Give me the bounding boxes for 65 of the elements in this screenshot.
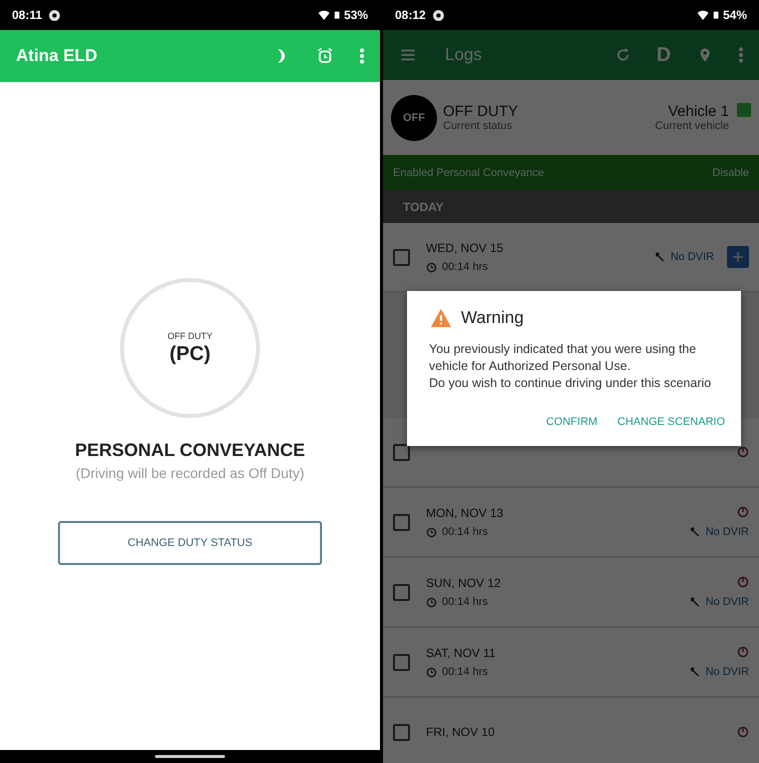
warning-triangle-icon	[429, 307, 453, 329]
change-duty-status-button[interactable]: CHANGE DUTY STATUS	[58, 521, 322, 565]
pc-status-text: Enabled Personal Conveyance	[393, 166, 544, 178]
clock-icon	[426, 526, 437, 538]
dvir-status: No DVIR	[670, 251, 714, 263]
dvir-status: No DVIR	[706, 526, 749, 538]
status-badge: OFF	[391, 94, 437, 140]
dvir-status: No DVIR	[706, 666, 749, 678]
status-label: OFF DUTY	[168, 330, 212, 340]
log-row[interactable]: FRI, NOV 10	[383, 698, 759, 763]
section-title: TODAY	[403, 200, 444, 214]
clock-icon	[426, 262, 437, 272]
battery-level: 53%	[344, 8, 368, 22]
more-menu-icon	[360, 48, 364, 64]
app-title: Atina ELD	[16, 46, 98, 66]
log-date: FRI, NOV 10	[426, 725, 496, 739]
log-hours: 00:14 hrs	[442, 596, 488, 608]
more-menu-icon	[739, 47, 743, 63]
battery-icon	[712, 9, 720, 21]
dialog-title: Warning	[461, 308, 524, 328]
log-date: MON, NOV 13	[426, 506, 504, 520]
log-row[interactable]: MON, NOV 13 00:14 hrs No DVIR	[383, 488, 759, 558]
checkbox[interactable]	[393, 724, 410, 740]
log-date: SAT, NOV 11	[426, 646, 497, 660]
dialog-button[interactable]: CONFIRM	[542, 412, 602, 432]
status-caption: Current status	[443, 120, 514, 132]
checkbox[interactable]	[393, 248, 410, 266]
checkbox[interactable]	[393, 514, 410, 530]
status-time: 08:11	[12, 8, 42, 22]
log-hours: 00:14 hrs	[442, 526, 488, 538]
battery-level: 54%	[722, 8, 747, 22]
clock-icon	[426, 596, 437, 608]
status-code: (PC)	[169, 342, 211, 366]
checkbox[interactable]	[393, 654, 410, 670]
dialog-button[interactable]: CHANGE SCENARIO	[613, 412, 729, 432]
alarm-clock-icon	[316, 47, 334, 65]
add-button[interactable]	[727, 246, 749, 268]
clock-icon	[426, 666, 437, 678]
vehicle-indicator	[737, 103, 751, 117]
log-row[interactable]: WED, NOV 15 00:14 hrs No DVIR	[383, 223, 759, 293]
log-date: SUN, NOV 12	[426, 576, 502, 590]
refresh-icon	[614, 47, 631, 63]
log-hours: 00:14 hrs	[442, 261, 488, 273]
notification-icon	[48, 8, 62, 22]
dialog-message: You previously indicated that you were using the vehicle for Authorized Personal Use. Do you wish to continue driving under this scenario	[428, 341, 712, 392]
app-title: Logs	[445, 45, 482, 65]
checkbox[interactable]	[393, 584, 410, 600]
log-row[interactable]: SUN, NOV 12 00:14 hrs No DVIR	[383, 558, 759, 628]
log-hours: 00:14 hrs	[442, 666, 488, 678]
status-subtitle: (Driving will be recorded as Off Duty)	[76, 465, 304, 481]
wifi-icon	[696, 9, 709, 21]
wifi-icon	[318, 9, 330, 21]
log-date: WED, NOV 15	[426, 241, 504, 255]
dvir-status: No DVIR	[706, 596, 749, 608]
log-row[interactable]: SAT, NOV 11 00:14 hrs No DVIR	[383, 628, 759, 698]
driver-status-letter[interactable]: D	[656, 44, 671, 66]
notification-icon	[432, 8, 445, 22]
vehicle-name: Vehicle 1	[668, 103, 729, 120]
battery-icon	[332, 9, 341, 21]
status-time: 08:12	[395, 8, 426, 22]
vehicle-caption: Current vehicle	[655, 120, 729, 132]
status-text: OFF DUTY	[443, 103, 518, 120]
disable-link[interactable]: Disable	[712, 166, 749, 178]
status-heading: PERSONAL CONVEYANCE	[74, 440, 306, 461]
plus-icon	[731, 250, 745, 264]
